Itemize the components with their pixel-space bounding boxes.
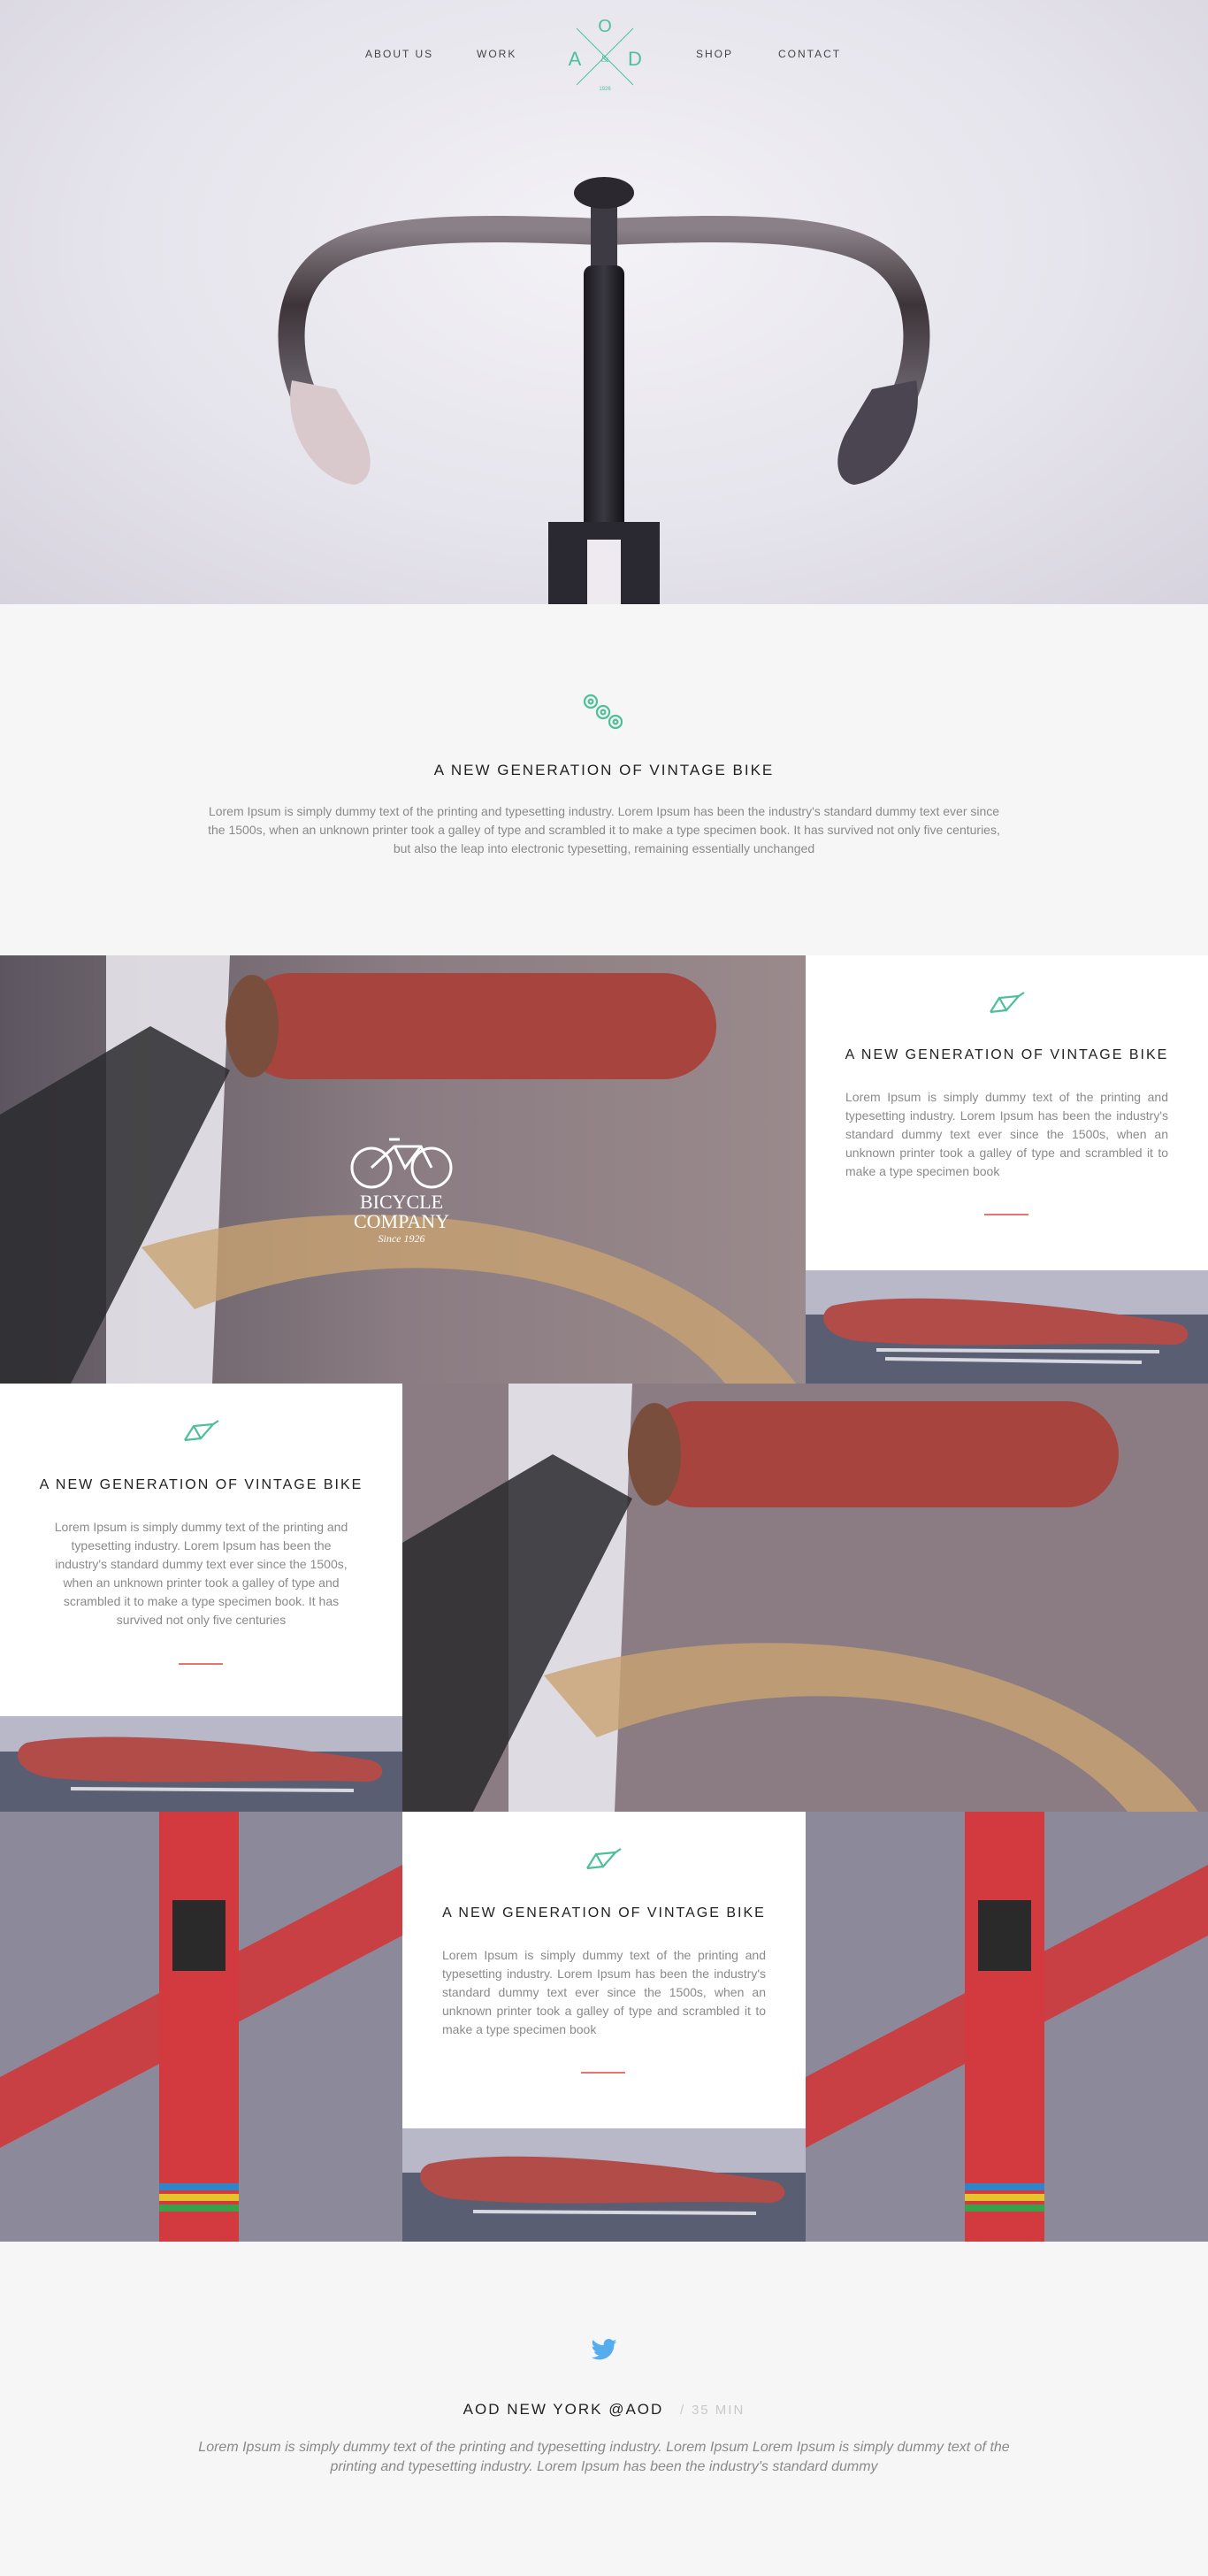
tweet-time: 35 MIN [691, 2403, 745, 2418]
logo-letter-a: A [569, 48, 582, 70]
saddle-photo-3 [402, 2128, 806, 2242]
card-1-divider [984, 1214, 1028, 1215]
saddle-photo-1 [806, 1270, 1208, 1384]
badge-line-2: COMPANY [354, 1210, 449, 1232]
card-3-text: Lorem Ipsum is simply dummy text of the … [442, 1948, 766, 2036]
intro-section: A NEW GENERATION OF VINTAGE BIKE Lorem I… [0, 604, 1208, 955]
tweet-separator: / [680, 2403, 686, 2418]
intro-title: A NEW GENERATION OF VINTAGE BIKE [433, 762, 775, 778]
card-2-text: Lorem Ipsum is simply dummy text of the … [54, 1520, 348, 1627]
bike-chain-icon [583, 694, 623, 730]
handlebar-grip-photo-2 [402, 1384, 1208, 1812]
tweet-author[interactable]: AOD NEW YORK @AOD [463, 2401, 664, 2418]
card-3-divider [581, 2072, 625, 2074]
bike-frame-icon [990, 992, 1025, 1014]
logo-letter-d: D [628, 48, 642, 70]
card-3-title: A NEW GENERATION OF VINTAGE BIKE [442, 1905, 766, 1920]
card-1-title: A NEW GENERATION OF VINTAGE BIKE [845, 1047, 1169, 1062]
saddle-photo-2 [0, 1716, 402, 1812]
nav-contact[interactable]: CONTACT [778, 48, 841, 60]
nav-shop[interactable]: SHOP [696, 48, 733, 60]
red-frame-photo-1 [0, 1812, 402, 2242]
bike-frame-icon [184, 1420, 219, 1442]
handlebar-grip-photo: BICYCLE COMPANY Since 1926 [0, 955, 806, 1384]
logo-letter-o: O [598, 17, 612, 36]
main-nav: ABOUT US WORK SHOP CONTACT O A & D 1926 [0, 0, 1208, 106]
badge-line-3: Since 1926 [378, 1232, 425, 1245]
red-frame-photo-2 [806, 1812, 1208, 2242]
nav-about-us[interactable]: ABOUT US [365, 48, 433, 60]
feature-card-2: A NEW GENERATION OF VINTAGE BIKE Lorem I… [0, 1384, 402, 1716]
nav-work[interactable]: WORK [477, 48, 516, 60]
tweet-header: AOD NEW YORK @AOD / 35 MIN [0, 2401, 1208, 2419]
twitter-icon[interactable] [591, 2339, 617, 2360]
bike-frame-icon [586, 1848, 622, 1870]
feature-card-1: A NEW GENERATION OF VINTAGE BIKE Lorem I… [806, 955, 1208, 1270]
hero-section: ABOUT US WORK SHOP CONTACT O A & D 1926 [0, 0, 1208, 604]
card-1-text: Lorem Ipsum is simply dummy text of the … [845, 1090, 1168, 1178]
logo-year: 1926 [599, 87, 611, 92]
tweet-text: Lorem Ipsum is simply dummy text of the … [198, 2440, 1010, 2474]
tweet-section: AOD NEW YORK @AOD / 35 MIN Lorem Ipsum i… [0, 2242, 1208, 2576]
card-2-divider [179, 1663, 223, 1665]
feature-card-3: A NEW GENERATION OF VINTAGE BIKE Lorem I… [402, 1812, 806, 2128]
logo-ampersand: & [600, 52, 609, 65]
card-2-title: A NEW GENERATION OF VINTAGE BIKE [39, 1477, 363, 1492]
aod-logo[interactable]: O A & D 1926 [564, 16, 646, 97]
intro-text: Lorem Ipsum is simply dummy text of the … [208, 804, 1000, 855]
